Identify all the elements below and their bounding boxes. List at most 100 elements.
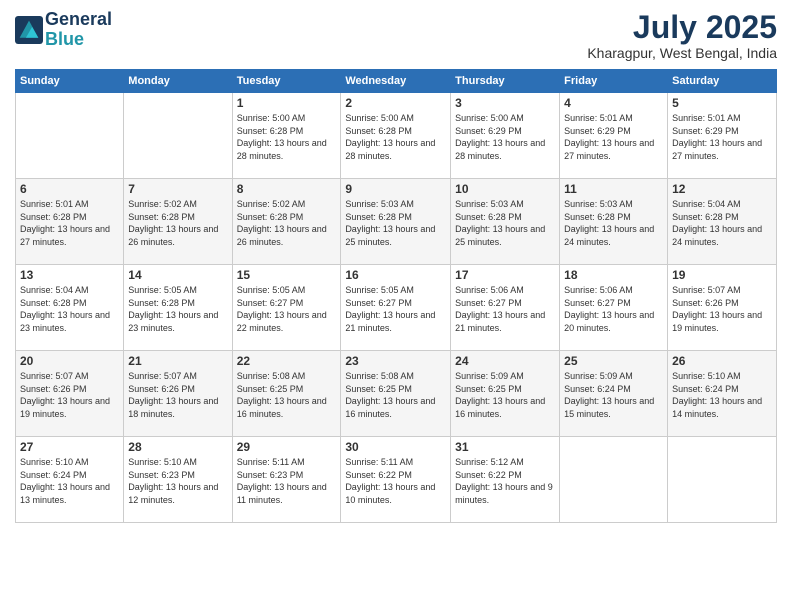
day-number: 7 xyxy=(128,182,227,196)
calendar-cell xyxy=(124,93,232,179)
calendar-cell: 21 Sunrise: 5:07 AMSunset: 6:26 PMDayligh… xyxy=(124,351,232,437)
calendar-page: General Blue July 2025 Kharagpur, West B… xyxy=(0,0,792,612)
day-number: 29 xyxy=(237,440,337,454)
calendar-cell: 16 Sunrise: 5:05 AMSunset: 6:27 PMDayligh… xyxy=(341,265,451,351)
day-info: Sunrise: 5:06 AMSunset: 6:27 PMDaylight:… xyxy=(455,284,555,334)
calendar-cell: 26Sunrise: 5:10 AMSunset: 6:24 PMDayligh… xyxy=(668,351,777,437)
day-info: Sunrise: 5:02 AMSunset: 6:28 PMDaylight:… xyxy=(237,198,337,248)
day-info: Sunrise: 5:01 AMSunset: 6:29 PMDaylight:… xyxy=(672,112,772,162)
day-info: Sunrise: 5:10 AMSunset: 6:23 PMDaylight:… xyxy=(128,456,227,506)
weekday-header-thursday: Thursday xyxy=(451,70,560,93)
day-number: 18 xyxy=(564,268,663,282)
logo-icon xyxy=(15,16,43,44)
day-info: Sunrise: 5:00 AMSunset: 6:29 PMDaylight:… xyxy=(455,112,555,162)
day-info: Sunrise: 5:02 AMSunset: 6:28 PMDaylight:… xyxy=(128,198,227,248)
calendar-cell: 8 Sunrise: 5:02 AMSunset: 6:28 PMDaylight… xyxy=(232,179,341,265)
day-number: 17 xyxy=(455,268,555,282)
calendar-cell: 12 Sunrise: 5:04 AMSunset: 6:28 PMDayligh… xyxy=(668,179,777,265)
calendar-table: SundayMondayTuesdayWednesdayThursdayFrid… xyxy=(15,69,777,523)
calendar-cell: 28Sunrise: 5:10 AMSunset: 6:23 PMDayligh… xyxy=(124,437,232,523)
calendar-cell: 24 Sunrise: 5:09 AMSunset: 6:25 PMDayligh… xyxy=(451,351,560,437)
calendar-cell: 5 Sunrise: 5:01 AMSunset: 6:29 PMDaylight… xyxy=(668,93,777,179)
day-number: 14 xyxy=(128,268,227,282)
day-number: 1 xyxy=(237,96,337,110)
day-number: 27 xyxy=(20,440,119,454)
day-info: Sunrise: 5:09 AMSunset: 6:24 PMDaylight:… xyxy=(564,370,663,420)
day-number: 31 xyxy=(455,440,555,454)
calendar-cell: 20Sunrise: 5:07 AMSunset: 6:26 PMDayligh… xyxy=(16,351,124,437)
logo-line1: General xyxy=(45,10,112,30)
month-year: July 2025 xyxy=(587,10,777,45)
day-number: 3 xyxy=(455,96,555,110)
day-number: 6 xyxy=(20,182,119,196)
calendar-cell: 11Sunrise: 5:03 AMSunset: 6:28 PMDayligh… xyxy=(560,179,668,265)
day-number: 21 xyxy=(128,354,227,368)
calendar-cell: 30 Sunrise: 5:11 AMSunset: 6:22 PMDayligh… xyxy=(341,437,451,523)
day-number: 11 xyxy=(564,182,663,196)
calendar-cell: 18Sunrise: 5:06 AMSunset: 6:27 PMDayligh… xyxy=(560,265,668,351)
day-info: Sunrise: 5:11 AMSunset: 6:23 PMDaylight:… xyxy=(237,456,337,506)
day-number: 22 xyxy=(237,354,337,368)
week-row-1: 1 Sunrise: 5:00 AMSunset: 6:28 PMDaylight… xyxy=(16,93,777,179)
day-number: 8 xyxy=(237,182,337,196)
day-info: Sunrise: 5:08 AMSunset: 6:25 PMDaylight:… xyxy=(345,370,446,420)
day-info: Sunrise: 5:01 AMSunset: 6:29 PMDaylight:… xyxy=(564,112,663,162)
weekday-header-wednesday: Wednesday xyxy=(341,70,451,93)
day-number: 4 xyxy=(564,96,663,110)
day-number: 9 xyxy=(345,182,446,196)
day-info: Sunrise: 5:00 AMSunset: 6:28 PMDaylight:… xyxy=(237,112,337,162)
day-info: Sunrise: 5:11 AMSunset: 6:22 PMDaylight:… xyxy=(345,456,446,506)
calendar-cell: 7 Sunrise: 5:02 AMSunset: 6:28 PMDaylight… xyxy=(124,179,232,265)
day-info: Sunrise: 5:03 AMSunset: 6:28 PMDaylight:… xyxy=(345,198,446,248)
weekday-header-sunday: Sunday xyxy=(16,70,124,93)
week-row-4: 20Sunrise: 5:07 AMSunset: 6:26 PMDayligh… xyxy=(16,351,777,437)
day-info: Sunrise: 5:08 AMSunset: 6:25 PMDaylight:… xyxy=(237,370,337,420)
day-info: Sunrise: 5:05 AMSunset: 6:28 PMDaylight:… xyxy=(128,284,227,334)
week-row-5: 27Sunrise: 5:10 AMSunset: 6:24 PMDayligh… xyxy=(16,437,777,523)
day-info: Sunrise: 5:05 AMSunset: 6:27 PMDaylight:… xyxy=(345,284,446,334)
calendar-cell: 15Sunrise: 5:05 AMSunset: 6:27 PMDayligh… xyxy=(232,265,341,351)
day-number: 10 xyxy=(455,182,555,196)
calendar-cell: 29 Sunrise: 5:11 AMSunset: 6:23 PMDayligh… xyxy=(232,437,341,523)
day-number: 19 xyxy=(672,268,772,282)
calendar-cell: 25 Sunrise: 5:09 AMSunset: 6:24 PMDayligh… xyxy=(560,351,668,437)
weekday-header-tuesday: Tuesday xyxy=(232,70,341,93)
day-number: 23 xyxy=(345,354,446,368)
day-info: Sunrise: 5:01 AMSunset: 6:28 PMDaylight:… xyxy=(20,198,119,248)
calendar-cell: 22 Sunrise: 5:08 AMSunset: 6:25 PMDayligh… xyxy=(232,351,341,437)
day-info: Sunrise: 5:09 AMSunset: 6:25 PMDaylight:… xyxy=(455,370,555,420)
weekday-header-friday: Friday xyxy=(560,70,668,93)
logo: General Blue xyxy=(15,10,112,50)
day-info: Sunrise: 5:00 AMSunset: 6:28 PMDaylight:… xyxy=(345,112,446,162)
day-info: Sunrise: 5:04 AMSunset: 6:28 PMDaylight:… xyxy=(672,198,772,248)
day-number: 13 xyxy=(20,268,119,282)
weekday-header-row: SundayMondayTuesdayWednesdayThursdayFrid… xyxy=(16,70,777,93)
calendar-cell: 27Sunrise: 5:10 AMSunset: 6:24 PMDayligh… xyxy=(16,437,124,523)
calendar-cell: 17 Sunrise: 5:06 AMSunset: 6:27 PMDayligh… xyxy=(451,265,560,351)
week-row-3: 13 Sunrise: 5:04 AMSunset: 6:28 PMDayligh… xyxy=(16,265,777,351)
title-block: July 2025 Kharagpur, West Bengal, India xyxy=(587,10,777,61)
weekday-header-saturday: Saturday xyxy=(668,70,777,93)
calendar-cell: 19Sunrise: 5:07 AMSunset: 6:26 PMDayligh… xyxy=(668,265,777,351)
location: Kharagpur, West Bengal, India xyxy=(587,45,777,61)
calendar-cell xyxy=(16,93,124,179)
day-info: Sunrise: 5:03 AMSunset: 6:28 PMDaylight:… xyxy=(455,198,555,248)
day-number: 16 xyxy=(345,268,446,282)
day-number: 12 xyxy=(672,182,772,196)
logo-text: General Blue xyxy=(45,10,112,50)
day-number: 24 xyxy=(455,354,555,368)
day-info: Sunrise: 5:12 AMSunset: 6:22 PMDaylight:… xyxy=(455,456,555,506)
day-number: 5 xyxy=(672,96,772,110)
day-info: Sunrise: 5:04 AMSunset: 6:28 PMDaylight:… xyxy=(20,284,119,334)
day-number: 30 xyxy=(345,440,446,454)
week-row-2: 6 Sunrise: 5:01 AMSunset: 6:28 PMDaylight… xyxy=(16,179,777,265)
calendar-cell: 2Sunrise: 5:00 AMSunset: 6:28 PMDaylight… xyxy=(341,93,451,179)
calendar-cell: 6 Sunrise: 5:01 AMSunset: 6:28 PMDaylight… xyxy=(16,179,124,265)
calendar-cell: 1 Sunrise: 5:00 AMSunset: 6:28 PMDaylight… xyxy=(232,93,341,179)
day-info: Sunrise: 5:07 AMSunset: 6:26 PMDaylight:… xyxy=(128,370,227,420)
day-number: 25 xyxy=(564,354,663,368)
calendar-cell: 23 Sunrise: 5:08 AMSunset: 6:25 PMDayligh… xyxy=(341,351,451,437)
weekday-header-monday: Monday xyxy=(124,70,232,93)
header: General Blue July 2025 Kharagpur, West B… xyxy=(15,10,777,61)
day-info: Sunrise: 5:10 AMSunset: 6:24 PMDaylight:… xyxy=(672,370,772,420)
